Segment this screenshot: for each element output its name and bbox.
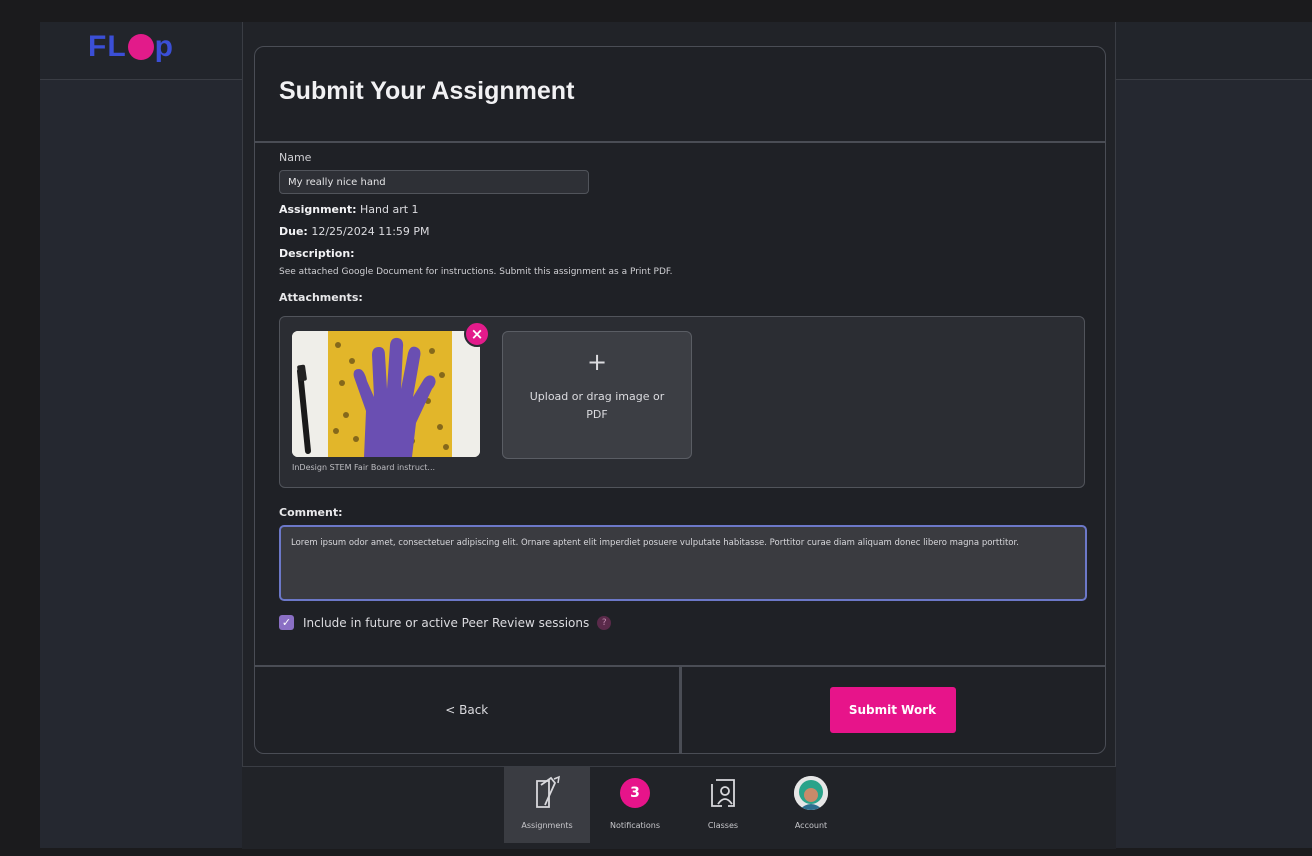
upload-text: Upload or drag image or PDF: [529, 390, 665, 421]
assignment-info: Assignment: Hand art 1: [279, 203, 1085, 216]
assignment-value: Hand art 1: [360, 203, 419, 216]
right-top-bar: [1116, 22, 1312, 80]
attachments-area: × InDesign STEM Fair Board instruct... +…: [279, 316, 1085, 488]
name-input[interactable]: [279, 170, 589, 194]
bottom-nav: Assignments 3 Notifications Classes Acco…: [242, 766, 1116, 849]
notifications-count-badge: 3: [620, 778, 650, 808]
attachment-caption: InDesign STEM Fair Board instruct...: [292, 463, 436, 472]
nav-notifications-label: Notifications: [609, 821, 661, 830]
nav-account[interactable]: Account: [768, 767, 854, 843]
peer-review-checkbox[interactable]: ✓: [279, 615, 294, 630]
app-frame: FL p Submit Your Assignment Name Assignme…: [40, 22, 1312, 849]
description-label-text: Description:: [279, 247, 355, 260]
due-info: Due: 12/25/2024 11:59 PM: [279, 225, 1085, 238]
modal-body: Name Assignment: Hand art 1 Due: 12/25/2…: [279, 151, 1087, 630]
logo-tail: p: [154, 30, 174, 63]
footer-submit-section: Submit Work: [682, 667, 1106, 753]
plus-icon: +: [586, 348, 608, 376]
description-label: Description:: [279, 247, 1085, 260]
assignments-icon: [536, 775, 560, 808]
floop-logo[interactable]: FL p: [88, 30, 174, 64]
nav-assignments-label: Assignments: [521, 821, 573, 830]
name-label: Name: [279, 151, 312, 164]
assignment-label: Assignment:: [279, 203, 357, 216]
peer-review-label: Include in future or active Peer Review …: [303, 615, 590, 630]
attachments-label: Attachments:: [279, 291, 363, 304]
nav-assignments[interactable]: Assignments: [504, 767, 590, 843]
peer-review-row: ✓ Include in future or active Peer Revie…: [279, 615, 1085, 630]
page-title: Submit Your Assignment: [279, 77, 575, 105]
submit-assignment-modal: Submit Your Assignment Name Assignment: …: [254, 46, 1106, 754]
description-text: See attached Google Document for instruc…: [279, 267, 673, 277]
submit-work-button[interactable]: Submit Work: [829, 687, 956, 733]
due-value: 12/25/2024 11:59 PM: [311, 225, 430, 238]
upload-dropzone[interactable]: + Upload or drag image or PDF: [502, 331, 692, 459]
nav-classes[interactable]: Classes: [680, 767, 766, 843]
hand-art-image: [292, 331, 480, 457]
nav-notifications[interactable]: 3 Notifications: [592, 767, 678, 843]
comment-label: Comment:: [279, 506, 343, 519]
modal-header: Submit Your Assignment: [255, 47, 1105, 143]
remove-attachment-icon[interactable]: ×: [464, 321, 490, 347]
modal-footer: < Back Submit Work: [255, 665, 1105, 753]
classes-icon: [711, 779, 735, 807]
logo-bar: FL p: [40, 22, 242, 80]
left-column: FL p: [40, 22, 243, 848]
right-column: [1115, 22, 1312, 848]
help-icon[interactable]: ?: [597, 615, 612, 630]
comment-textarea[interactable]: Lorem ipsum odor amet, consectetuer adip…: [279, 525, 1087, 601]
account-avatar: [794, 776, 828, 810]
nav-account-label: Account: [794, 821, 828, 830]
back-button[interactable]: < Back: [439, 702, 494, 718]
nav-classes-label: Classes: [707, 821, 739, 830]
logo-dot-icon: [127, 34, 154, 60]
footer-back-section: < Back: [255, 667, 682, 753]
avatar-icon: [794, 776, 828, 810]
logo-text: FL: [88, 30, 127, 63]
attachment-thumbnail[interactable]: ×: [292, 321, 490, 457]
due-label: Due:: [279, 225, 308, 238]
